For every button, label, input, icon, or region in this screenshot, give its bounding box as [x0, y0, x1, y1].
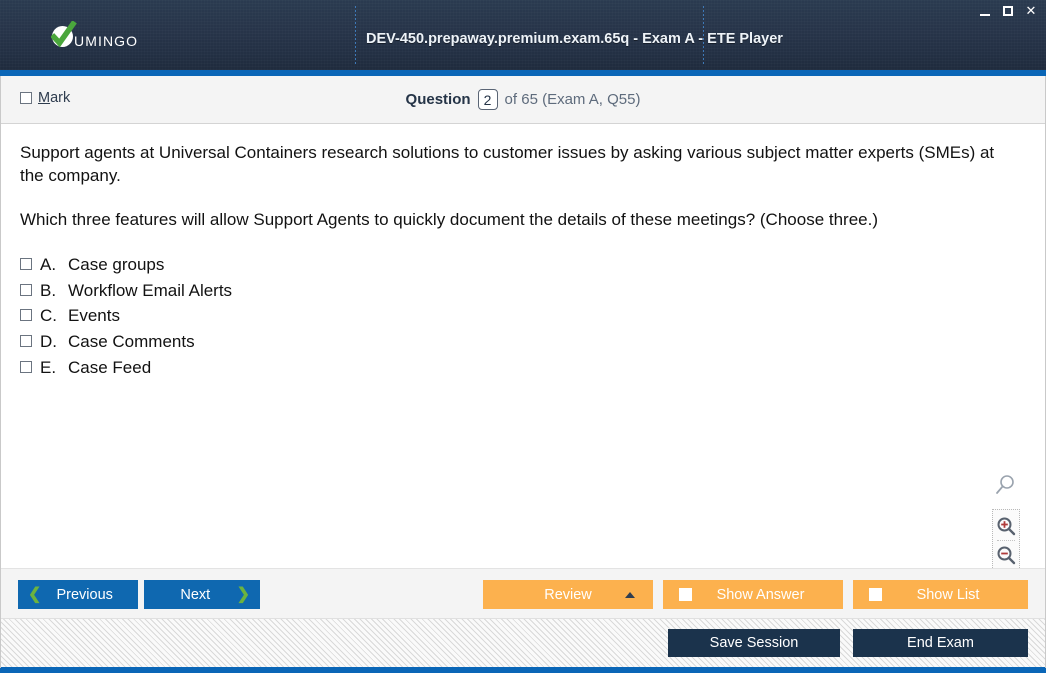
end-exam-button[interactable]: End Exam: [853, 629, 1028, 657]
minimize-icon[interactable]: [978, 4, 992, 18]
answer-text: Case Feed: [68, 357, 152, 377]
question-content-area: Support agents at Universal Containers r…: [0, 124, 1046, 568]
close-icon[interactable]: ✕: [1024, 4, 1038, 18]
question-header-bar: Mark Question 2 of 65 (Exam A, Q55): [0, 76, 1046, 124]
question-word: Question: [405, 91, 471, 108]
answer-checkbox[interactable]: [20, 257, 32, 270]
title-bar: UMINGO DEV-450.prepaway.premium.exam.65q…: [0, 0, 1046, 70]
show-answer-label: Show Answer: [716, 586, 805, 603]
answer-checkbox[interactable]: [20, 309, 32, 322]
answer-text: Case groups: [68, 254, 165, 274]
answer-text: Events: [68, 306, 120, 326]
previous-button[interactable]: ❮ Previous: [18, 580, 138, 609]
window-edge-left: [0, 76, 1, 668]
answer-letter: A.: [40, 254, 57, 274]
save-session-button[interactable]: Save Session: [668, 629, 840, 657]
chevron-up-icon: [625, 591, 635, 598]
review-button[interactable]: Review: [483, 580, 653, 609]
ete-player-window: UMINGO DEV-450.prepaway.premium.exam.65q…: [0, 0, 1046, 673]
answer-letter: C.: [40, 306, 57, 326]
bottom-accent-rule: [0, 667, 1046, 673]
navigation-button-bar: ❮ Previous Next ❯ Review Show Answer Sho…: [0, 568, 1046, 618]
zoom-in-icon[interactable]: [994, 514, 1018, 538]
question-number-input[interactable]: 2: [477, 89, 498, 110]
answer-choices: A. Case groups B. Workflow Email Alerts …: [20, 254, 1024, 379]
answer-option[interactable]: A. Case groups: [20, 254, 1024, 276]
magnifier-icon[interactable]: [994, 474, 1024, 501]
question-counter: Question 2 of 65 (Exam A, Q55): [0, 89, 1046, 110]
answer-text: Case Comments: [68, 332, 195, 352]
question-paragraph-1: Support agents at Universal Containers r…: [20, 143, 995, 185]
answer-option[interactable]: E. Case Feed: [20, 357, 1024, 379]
answer-checkbox[interactable]: [20, 335, 32, 348]
answer-text: Workflow Email Alerts: [68, 280, 233, 300]
answer-option[interactable]: B. Workflow Email Alerts: [20, 280, 1024, 302]
show-list-button[interactable]: Show List: [853, 580, 1028, 609]
logo-text: UMINGO: [74, 33, 139, 49]
chevron-left-icon: ❮: [28, 585, 42, 603]
check-circle-icon: [51, 21, 77, 48]
zoom-tools: [992, 474, 1024, 568]
answer-checkbox[interactable]: [20, 360, 32, 373]
window-title: DEV-450.prepaway.premium.exam.65q - Exam…: [366, 31, 783, 47]
question-total-text: of 65 (Exam A, Q55): [504, 91, 641, 108]
footer-bar: Save Session End Exam: [0, 618, 1046, 667]
maximize-icon[interactable]: [1001, 4, 1015, 18]
title-bar-divider-left: [355, 6, 356, 66]
show-list-label: Show List: [916, 586, 980, 603]
app-logo: UMINGO: [51, 21, 139, 49]
zoom-button-group: [992, 509, 1020, 568]
zoom-out-icon[interactable]: [994, 543, 1018, 567]
show-answer-checkbox[interactable]: [679, 588, 692, 601]
previous-button-label: Previous: [56, 586, 113, 603]
answer-option[interactable]: D. Case Comments: [20, 331, 1024, 353]
answer-letter: B.: [40, 280, 57, 300]
question-text: Support agents at Universal Containers r…: [20, 142, 995, 232]
chevron-right-icon: ❯: [236, 585, 250, 603]
next-button[interactable]: Next ❯: [144, 580, 260, 609]
answer-letter: E.: [40, 357, 57, 377]
next-button-label: Next: [180, 586, 211, 603]
answer-option[interactable]: C. Events: [20, 305, 1024, 327]
window-controls: ✕: [978, 4, 1038, 18]
question-paragraph-2: Which three features will allow Support …: [20, 210, 879, 230]
zoom-separator: [997, 540, 1015, 541]
review-button-label: Review: [544, 586, 592, 603]
show-answer-button[interactable]: Show Answer: [663, 580, 843, 609]
answer-checkbox[interactable]: [20, 283, 32, 296]
show-list-checkbox[interactable]: [869, 588, 882, 601]
answer-letter: D.: [40, 332, 57, 352]
